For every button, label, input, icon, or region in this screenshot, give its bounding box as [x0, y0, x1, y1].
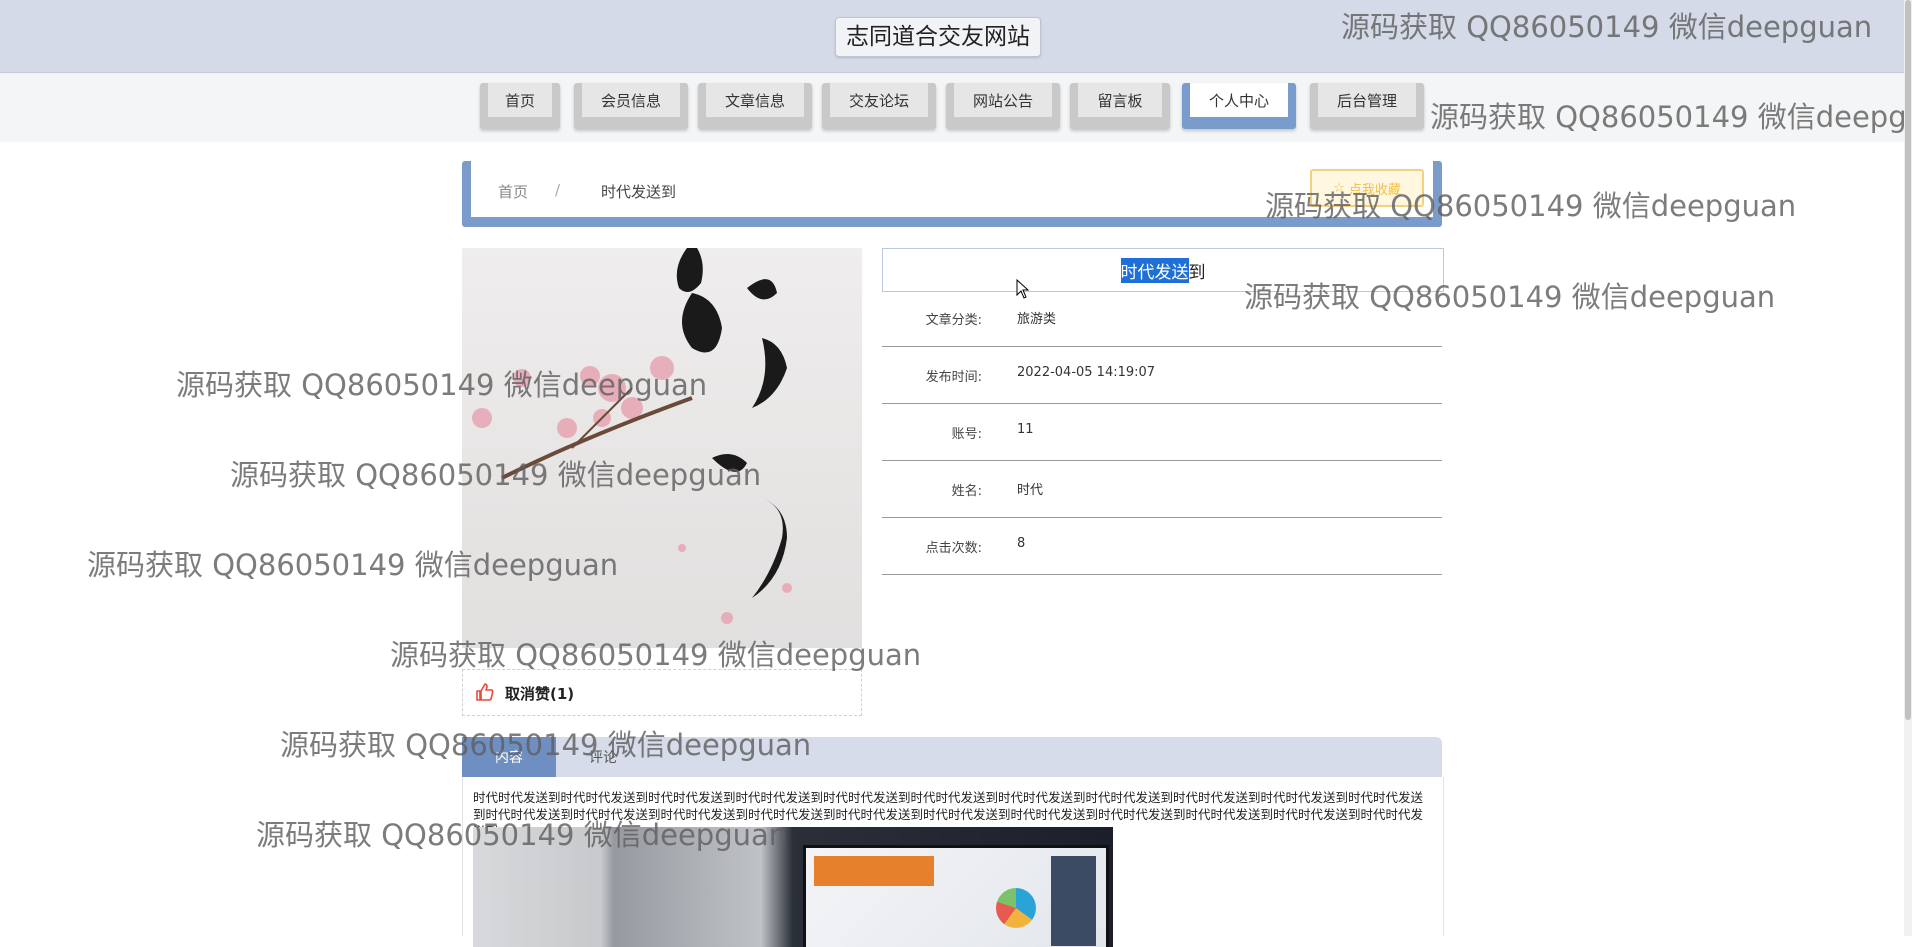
nav-label: 个人中心	[1190, 83, 1288, 117]
detail-label: 点击次数:	[925, 541, 982, 556]
nav-item-notices[interactable]: 网站公告	[946, 83, 1060, 129]
article-content: 时代时代发送到时代时代发送到时代时代发送到时代时代发送到时代时代发送到时代时代发…	[462, 777, 1444, 947]
screen-pie-chart	[996, 888, 1036, 928]
watermark: 源码获取 QQ86050149 微信deepguan	[390, 638, 922, 672]
breadcrumb-home-link[interactable]: 首页	[498, 181, 528, 202]
article-cover-image	[462, 248, 862, 648]
detail-row-account: 账号: 11	[882, 403, 1442, 461]
thumbs-up-icon	[476, 683, 494, 701]
nav-label: 首页	[488, 83, 552, 117]
detail-value: 2022-04-05 14:19:07	[1017, 365, 1156, 380]
screen-panel	[814, 856, 934, 886]
scrollbar-thumb[interactable]	[1905, 0, 1911, 720]
nav-label: 留言板	[1078, 83, 1162, 117]
breadcrumb-separator: /	[555, 181, 561, 199]
detail-label: 文章分类:	[925, 313, 982, 328]
screen-video-tiles	[1051, 856, 1096, 946]
detail-row-clicks: 点击次数: 8	[882, 517, 1442, 575]
detail-row-name: 姓名: 时代	[882, 460, 1442, 518]
watermark: 源码获取 QQ86050149 微信deepguan	[87, 548, 619, 582]
monitor-screen	[803, 845, 1109, 947]
detail-label: 发布时间:	[925, 370, 982, 385]
detail-label: 姓名:	[951, 484, 982, 499]
nav-item-members[interactable]: 会员信息	[574, 83, 688, 129]
site-title: 志同道合交友网站	[835, 17, 1041, 57]
nav-label: 会员信息	[582, 83, 680, 117]
watermark: 源码获取 QQ86050149 微信deepguan	[1244, 280, 1776, 314]
detail-row-publish-time: 发布时间: 2022-04-05 14:19:07	[882, 346, 1442, 404]
nav-label: 交友论坛	[830, 83, 928, 117]
watermark: 源码获取 QQ86050149 微信deepguan	[176, 368, 708, 402]
nav-item-profile[interactable]: 个人中心	[1182, 83, 1296, 129]
detail-value: 8	[1017, 536, 1026, 551]
mouse-cursor-icon	[1016, 279, 1030, 299]
nav-label: 文章信息	[706, 83, 804, 117]
nav-item-home[interactable]: 首页	[480, 83, 560, 129]
watermark: 源码获取 QQ86050149 微信deepguan	[1265, 189, 1797, 223]
nav-item-articles[interactable]: 文章信息	[698, 83, 812, 129]
nav-label: 网站公告	[954, 83, 1052, 117]
watermark: 源码获取 QQ86050149 微信deepguan	[280, 728, 812, 762]
page-scrollbar[interactable]	[1904, 0, 1912, 936]
watermark: 源码获取 QQ86050149 微信deepguan	[1341, 10, 1873, 44]
watermark: 源码获取 QQ86050149 微信deepguan	[256, 818, 788, 852]
nav-item-forum[interactable]: 交友论坛	[822, 83, 936, 129]
nav-label: 后台管理	[1318, 83, 1416, 117]
article-title-rest: 到	[1188, 262, 1206, 283]
watermark: 源码获取 QQ86050149 微信deepg	[1430, 100, 1907, 134]
breadcrumb-current: 时代发送到	[601, 183, 677, 201]
like-label: 取消赞(1)	[505, 685, 575, 703]
nav-item-admin[interactable]: 后台管理	[1310, 83, 1424, 129]
watermark: 源码获取 QQ86050149 微信deepguan	[230, 458, 762, 492]
detail-label: 账号:	[951, 427, 982, 442]
detail-value: 11	[1017, 422, 1034, 437]
nav-item-messages[interactable]: 留言板	[1070, 83, 1170, 129]
like-button[interactable]: 取消赞(1)	[462, 669, 862, 716]
detail-value: 时代	[1017, 483, 1044, 498]
detail-value: 旅游类	[1017, 312, 1057, 327]
article-title-selected: 时代发送	[1120, 257, 1189, 283]
